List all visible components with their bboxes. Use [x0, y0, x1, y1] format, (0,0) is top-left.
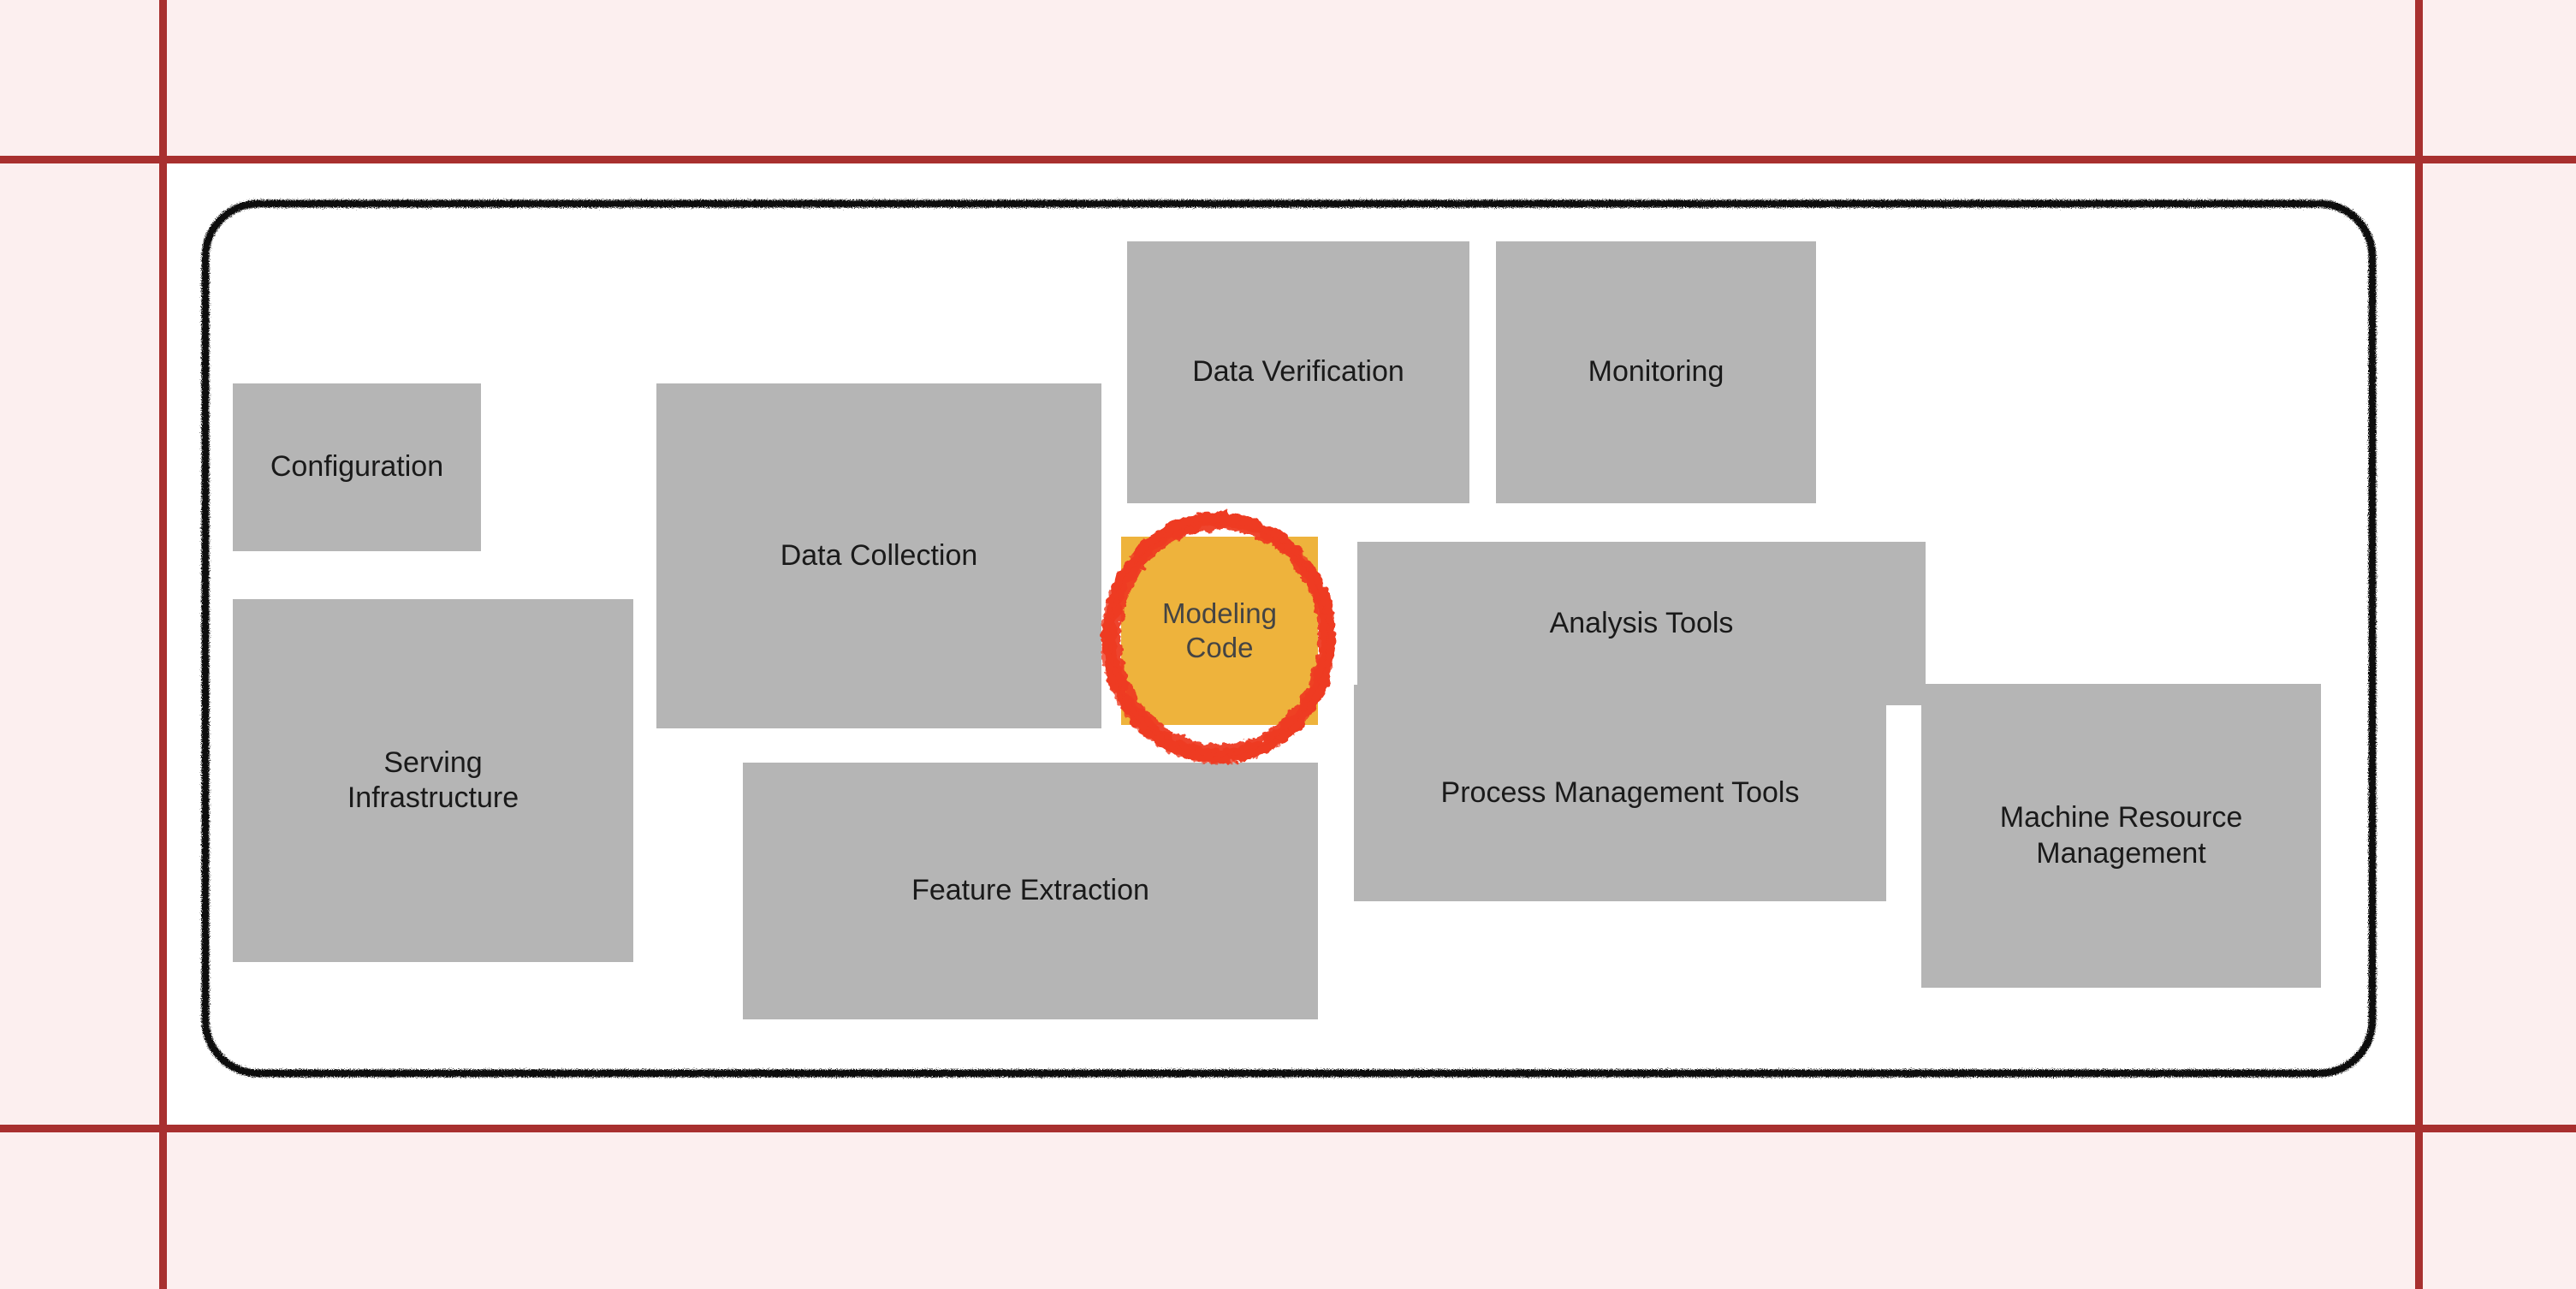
box-data-verification[interactable]: Data Verification [1127, 241, 1469, 503]
box-label: Serving Infrastructure [347, 745, 519, 814]
box-label: Modeling Code [1162, 597, 1277, 663]
box-analysis-tools[interactable]: Analysis Tools [1357, 542, 1926, 705]
crop-guide-top [0, 156, 2576, 163]
box-label: Configuration [270, 450, 444, 484]
box-label: Feature Extraction [911, 874, 1149, 907]
box-data-collection[interactable]: Data Collection [656, 383, 1101, 728]
box-machine-resource-management[interactable]: Machine Resource Management [1921, 684, 2321, 988]
box-label: Analysis Tools [1549, 606, 1734, 639]
box-label: Process Management Tools [1440, 775, 1800, 809]
box-monitoring[interactable]: Monitoring [1496, 241, 1816, 503]
box-process-management-tools[interactable]: Process Management Tools [1354, 685, 1886, 901]
box-label: Data Collection [780, 538, 978, 572]
crop-guide-right [2415, 0, 2423, 1289]
box-modeling-code[interactable]: Modeling Code [1121, 537, 1318, 725]
box-label: Data Verification [1192, 355, 1404, 389]
box-serving-infrastructure[interactable]: Serving Infrastructure [233, 599, 633, 962]
crop-guide-bottom [0, 1125, 2576, 1132]
box-label: Machine Resource Management [1999, 801, 2243, 870]
box-label: Monitoring [1588, 355, 1724, 389]
box-configuration[interactable]: Configuration [233, 383, 481, 551]
crop-guide-left [159, 0, 167, 1289]
screenshot-canvas: Configuration Data Collection Data Verif… [0, 0, 2576, 1289]
box-feature-extraction[interactable]: Feature Extraction [743, 763, 1318, 1019]
